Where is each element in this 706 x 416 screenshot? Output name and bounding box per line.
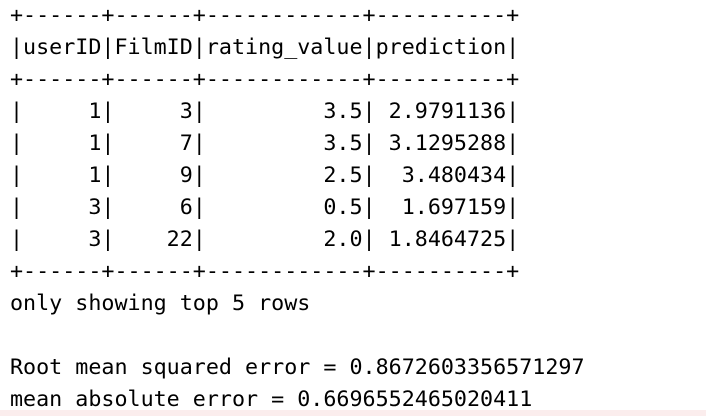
table-row: | 1| 9| 2.5| 3.480434|: [10, 163, 520, 188]
table-row: | 3| 6| 0.5| 1.697159|: [10, 195, 520, 220]
table-row: | 1| 7| 3.5| 3.1295288|: [10, 131, 520, 156]
table-row: | 3| 22| 2.0| 1.8464725|: [10, 227, 520, 252]
table-row: | 1| 3| 3.5| 2.9791136|: [10, 99, 520, 124]
row-limit-notice: only showing top 5 rows: [10, 291, 311, 316]
table-border-mid: +------+------+------------+----------+: [10, 67, 520, 92]
table-border-top: +------+------+------------+----------+: [10, 3, 520, 28]
console-output: +------+------+------------+----------+ |…: [10, 0, 585, 416]
table-border-bottom: +------+------+------------+----------+: [10, 259, 520, 284]
bottom-strip: [0, 410, 706, 416]
table-header-row: |userID|FilmID|rating_value|prediction|: [10, 35, 520, 60]
rmse-line: Root mean squared error = 0.867260335657…: [10, 355, 585, 380]
